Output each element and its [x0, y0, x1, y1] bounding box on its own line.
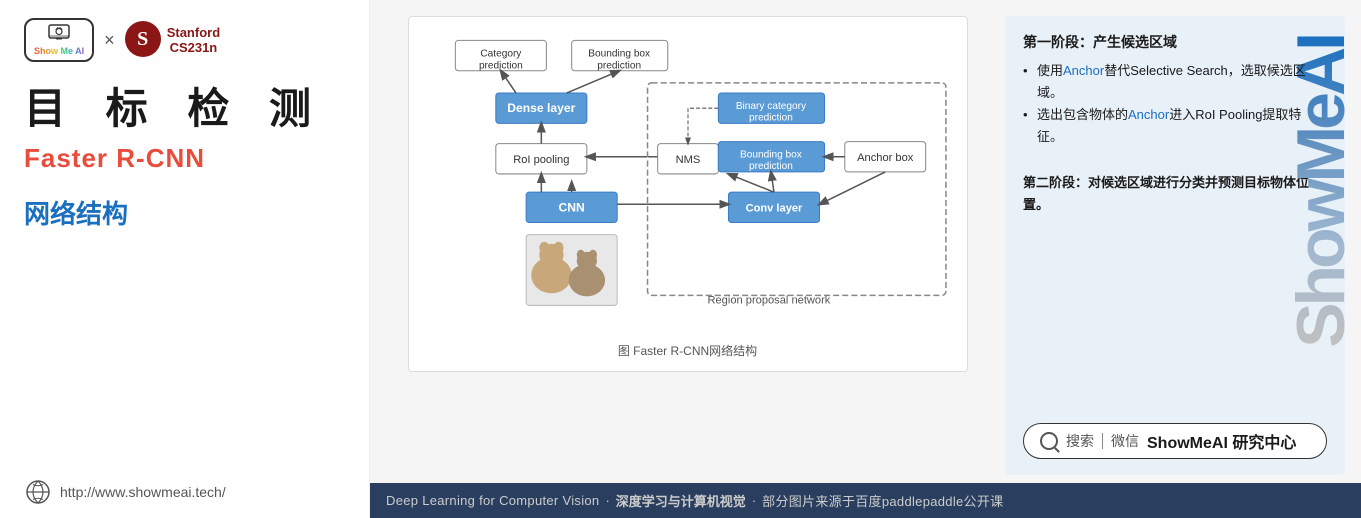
desc-item-1: 使用Anchor替代Selective Search，选取候选区域。 — [1023, 60, 1327, 104]
bottom-dot1: · — [605, 493, 609, 508]
highlight-anchor2: Anchor — [1128, 107, 1169, 122]
diagram-wrapper: CNN RoI pooling Dense layer Category pre… — [408, 16, 968, 372]
svg-text:Dense layer: Dense layer — [507, 101, 575, 115]
bottom-text2: 深度学习与计算机视觉 — [616, 491, 746, 510]
phase2-text: 第二阶段：对候选区域进行分类并预测目标物体位置。 — [1023, 172, 1327, 216]
subtitle: Faster R-CNN — [24, 143, 345, 174]
wechat-label: 微信 — [1111, 431, 1139, 451]
search-divider — [1102, 433, 1103, 449]
showmeai-logo: Show Me AI — [24, 18, 94, 62]
diagram-section: CNN RoI pooling Dense layer Category pre… — [386, 16, 989, 475]
stanford-text: Stanford CS231n — [167, 25, 220, 55]
svg-text:Region proposal network: Region proposal network — [707, 294, 830, 306]
stanford-s-logo: S — [125, 21, 161, 57]
svg-text:Binary category: Binary category — [735, 101, 806, 112]
showmeai-brand-text: Show Me AI — [34, 46, 84, 57]
svg-text:NMS: NMS — [675, 154, 700, 166]
search-handle — [1054, 447, 1060, 453]
svg-text:prediction: prediction — [478, 61, 522, 72]
svg-text:prediction: prediction — [749, 112, 793, 123]
svg-text:CNN: CNN — [558, 200, 584, 214]
main-title: 目 标 检 测 — [24, 86, 345, 132]
svg-text:Conv layer: Conv layer — [745, 202, 802, 214]
faster-rcnn-diagram: CNN RoI pooling Dense layer Category pre… — [425, 29, 951, 329]
search-brand: ShowMeAI 研究中心 — [1147, 429, 1296, 453]
search-box[interactable]: 搜索 微信 ShowMeAI 研究中心 — [1023, 423, 1327, 459]
desc-item-2: 选出包含物体的Anchor进入RoI Pooling提取特征。 — [1023, 104, 1327, 148]
stanford-course: CS231n — [170, 40, 218, 55]
stanford-logo-area: S Stanford CS231n — [125, 21, 220, 59]
svg-text:RoI pooling: RoI pooling — [513, 154, 569, 166]
website-url: http://www.showmeai.tech/ — [60, 484, 226, 500]
content-area: CNN RoI pooling Dense layer Category pre… — [370, 0, 1361, 483]
tv-icon — [48, 24, 70, 44]
bottom-text1: Deep Learning for Computer Vision — [386, 493, 599, 508]
bottom-dot2: · — [752, 493, 756, 508]
description-list: 使用Anchor替代Selective Search，选取候选区域。 选出包含物… — [1023, 60, 1327, 148]
bottom-text3: 部分图片来源于百度paddlepaddle公开课 — [762, 491, 1003, 510]
website-row: http://www.showmeai.tech/ — [24, 478, 345, 506]
phase1-title: 第一阶段：产生候选区域 — [1023, 32, 1327, 52]
highlight-anchor1: Anchor — [1063, 63, 1104, 78]
right-panel: CNN RoI pooling Dense layer Category pre… — [370, 0, 1361, 518]
phase2-title-bold: 第二阶段：对候选区域进行分类并预测目标物体位置。 — [1023, 175, 1309, 212]
svg-text:Bounding box: Bounding box — [740, 150, 802, 161]
bottom-bar: Deep Learning for Computer Vision · 深度学习… — [370, 483, 1361, 518]
svg-text:Category: Category — [480, 49, 522, 60]
search-area: 搜索 微信 ShowMeAI 研究中心 — [1023, 407, 1327, 459]
search-icon — [1040, 432, 1058, 450]
section-title: 网络结构 — [24, 194, 345, 231]
diagram-caption: 图 Faster R-CNN网络结构 — [425, 342, 951, 359]
logo-area: Show Me AI × S Stanford CS231n — [24, 18, 345, 62]
description-section: ShowMeAI 第一阶段：产生候选区域 使用Anchor替代Selective… — [1005, 16, 1345, 475]
search-label: 搜索 — [1066, 431, 1094, 451]
svg-text:prediction: prediction — [749, 161, 793, 172]
svg-text:prediction: prediction — [597, 61, 641, 72]
left-panel: Show Me AI × S Stanford CS231n 目 标 检 测 F… — [0, 0, 370, 518]
search-circle — [1040, 432, 1058, 450]
svg-text:Bounding box: Bounding box — [588, 49, 650, 60]
multiply-symbol: × — [104, 30, 115, 51]
nav-icon — [24, 478, 52, 506]
stanford-name: Stanford — [167, 25, 220, 40]
svg-text:Anchor box: Anchor box — [857, 152, 914, 164]
